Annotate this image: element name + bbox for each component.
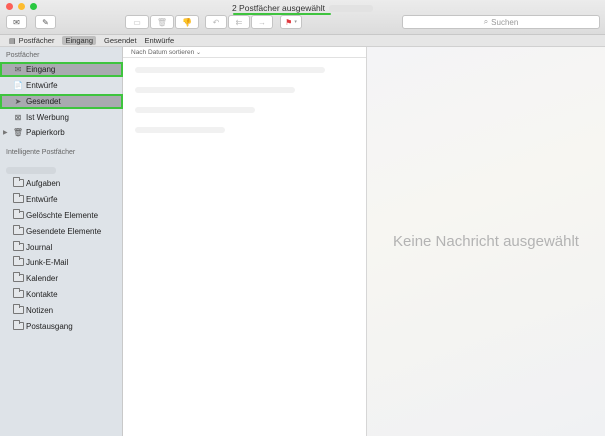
folder-icon	[11, 303, 25, 316]
folder-icon	[11, 271, 25, 284]
folder-label: Aufgaben	[26, 179, 61, 188]
sidebar-item-label: Ist Werbung	[26, 113, 69, 122]
smart-mailboxes-header: Intelligente Postfächer	[6, 149, 76, 156]
envelope-icon: ✉	[13, 17, 20, 27]
sidebar-item-entwuerfe[interactable]: 📄 Entwürfe	[0, 78, 123, 93]
folder-icon	[11, 208, 25, 221]
flag-icon: ⚑	[285, 17, 293, 27]
sidebar-item-gesendet[interactable]: ➤ Gesendet	[0, 94, 123, 109]
junk-button[interactable]: 👎	[175, 15, 199, 29]
folder-label: Kontakte	[26, 290, 58, 299]
message-viewer: Keine Nachricht ausgewählt	[367, 47, 605, 436]
folder-label: Junk-E-Mail	[26, 258, 69, 267]
favorite-label: Gesendet	[104, 36, 137, 45]
favorite-eingang[interactable]: Eingang	[62, 36, 97, 45]
title-bar: 2 Postfächer ausgewählt ✉ ✎ ▭ 🗑 👎 ↶ ⇇ → …	[0, 0, 605, 35]
sidebar-folder[interactable]: Journal	[0, 240, 123, 255]
trash-icon: 🗑	[12, 128, 24, 137]
junk-icon: ⊠	[14, 113, 22, 122]
sidebar-item-ist-werbung[interactable]: ⊠ Ist Werbung	[0, 110, 123, 125]
get-mail-button[interactable]: ✉	[6, 15, 27, 29]
sidebar-folder[interactable]: Gelöschte Elemente	[0, 208, 123, 223]
favorite-gesendet[interactable]: Gesendet	[104, 36, 137, 45]
window-title-wrap: 2 Postfächer ausgewählt	[0, 3, 605, 13]
search-placeholder: Suchen	[491, 17, 519, 27]
folder-label: Kalender	[26, 274, 59, 283]
message-list[interactable]: Nach Datum sortieren ⌄	[123, 47, 367, 436]
compose-button[interactable]: ✎	[35, 15, 56, 29]
compose-icon: ✎	[42, 17, 49, 27]
sidebar-item-label: Gesendet	[26, 97, 61, 106]
sort-label: Nach Datum sortieren	[131, 49, 195, 56]
sidebar-item-label: Entwürfe	[26, 81, 58, 90]
folder-icon	[11, 192, 25, 205]
redacted-account	[329, 5, 374, 13]
forward-icon: →	[258, 17, 266, 27]
sidebar-item-label: Eingang	[26, 65, 56, 74]
reply-icon: ↶	[212, 17, 220, 27]
sort-menu[interactable]: Nach Datum sortieren ⌄	[123, 47, 366, 58]
reply-all-button[interactable]: ⇇	[228, 15, 250, 29]
favorite-label: Entwürfe	[144, 36, 175, 45]
folder-icon	[11, 240, 25, 253]
archive-button[interactable]: ▭	[125, 15, 149, 29]
draft-icon: 📄	[13, 81, 23, 90]
folder-icon	[11, 319, 25, 332]
sidebar-folder[interactable]: Gesendete Elemente	[0, 224, 123, 239]
sidebar-folder[interactable]: Kalender	[0, 271, 123, 286]
sidebar-folder[interactable]: Aufgaben	[0, 176, 123, 191]
chevron-down-icon: ▾	[294, 19, 297, 25]
folder-label: Notizen	[26, 306, 54, 315]
blurred-message-row	[135, 127, 225, 133]
mailboxes-toggle-label: Postfächer	[18, 36, 55, 45]
sidebar-item-eingang[interactable]: ✉ Eingang	[0, 62, 123, 77]
sidebar-folder[interactable]: Postausgang	[0, 319, 123, 334]
reply-button[interactable]: ↶	[205, 15, 227, 29]
favorite-entwuerfe[interactable]: Entwürfe	[145, 36, 175, 45]
folder-label: Postausgang	[26, 322, 73, 331]
forward-button[interactable]: →	[251, 15, 273, 29]
sidebar-folder[interactable]: Junk-E-Mail	[0, 255, 123, 270]
inbox-icon: ✉	[14, 65, 22, 74]
blurred-message-row	[135, 87, 295, 93]
folder-label: Entwürfe	[26, 195, 58, 204]
sidebar-item-papierkorb[interactable]: ▶ 🗑 Papierkorb	[0, 125, 123, 140]
flag-button[interactable]: ⚑ ▾	[280, 15, 302, 29]
trash-icon: 🗑	[156, 17, 168, 27]
disclosure-triangle-icon[interactable]: ▶	[3, 129, 8, 136]
reply-all-icon: ⇇	[235, 17, 243, 27]
sidebar-folder[interactable]: Notizen	[0, 303, 123, 318]
sidebar-folder[interactable]: Kontakte	[0, 287, 123, 302]
folder-label: Journal	[26, 243, 53, 252]
sidebar: Postfächer ✉ Eingang 📄 Entwürfe ➤ Gesend…	[0, 47, 123, 436]
favorite-label: Eingang	[65, 36, 94, 45]
empty-viewer-message: Keine Nachricht ausgewählt	[393, 233, 579, 250]
folder-icon	[11, 287, 25, 300]
window-title: 2 Postfächer ausgewählt	[231, 3, 326, 13]
folder-icon	[11, 255, 25, 268]
blurred-message-row	[135, 67, 325, 73]
folder-icon	[11, 176, 25, 189]
blurred-message-row	[135, 107, 255, 113]
sent-icon: ➤	[14, 97, 22, 106]
search-icon: ⌕	[483, 17, 489, 26]
folder-icon	[11, 224, 25, 237]
mailboxes-toggle-button[interactable]: ▤ Postfächer	[9, 36, 54, 45]
sidebar-toggle-icon: ▤	[9, 37, 16, 45]
search-field[interactable]: ⌕ Suchen	[402, 15, 600, 29]
redacted-account-header	[6, 167, 56, 174]
folder-label: Gesendete Elemente	[26, 227, 102, 236]
archive-icon: ▭	[133, 17, 141, 27]
delete-button[interactable]: 🗑	[150, 15, 174, 29]
favorites-bar: ▤ Postfächer Eingang Gesendet Entwürfe	[0, 35, 605, 47]
sidebar-item-label: Papierkorb	[26, 128, 65, 137]
chevron-down-icon: ⌄	[196, 50, 202, 56]
thumbs-down-icon: 👎	[182, 17, 192, 27]
sidebar-folder[interactable]: Entwürfe	[0, 192, 123, 207]
folder-label: Gelöschte Elemente	[26, 211, 99, 220]
mailboxes-section-header: Postfächer	[6, 52, 40, 59]
